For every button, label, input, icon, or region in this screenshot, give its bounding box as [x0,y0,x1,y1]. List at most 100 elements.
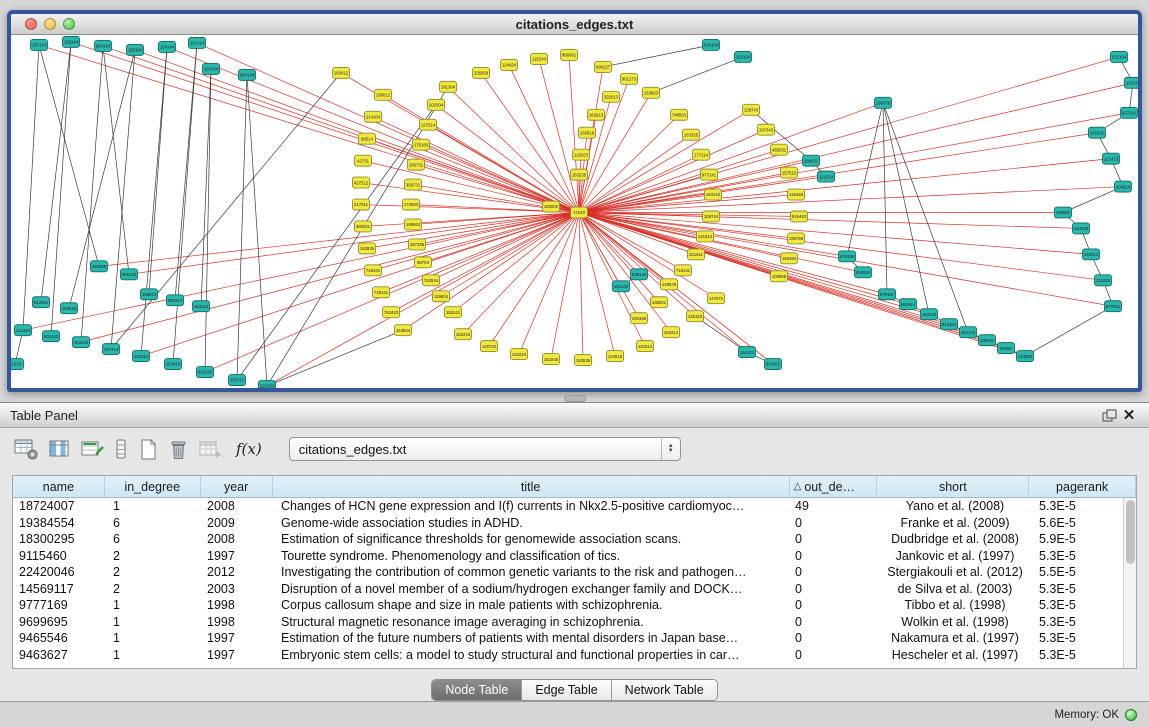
graph-node[interactable]: 163235 [571,169,588,180]
graph-node[interactable]: 912001 [33,297,50,308]
graph-node[interactable]: 120732 [481,341,498,352]
table-cell[interactable]: Changes of HCN gene expression and I(f) … [273,499,791,513]
function-builder-button[interactable]: f(x) [232,440,266,458]
graph-node[interactable]: 153113 [193,301,210,312]
graph-node[interactable]: 914104 [941,319,958,330]
table-cell[interactable]: Nakamura et al. (1997) [879,631,1031,645]
delete-table-icon[interactable] [168,438,189,461]
divider-grip[interactable] [564,395,586,402]
graph-node[interactable]: 184531 [803,155,820,166]
graph-node[interactable]: 153823 [643,87,660,98]
graph-node[interactable]: 427512 [353,177,370,188]
table-cell[interactable]: 14569117 [13,582,105,596]
graph-node[interactable]: 915463 [791,211,808,222]
graph-node[interactable]: 904144 [239,69,256,80]
table-cell[interactable]: Tibbo et al. (1998) [879,598,1031,612]
table-cell[interactable]: 1997 [201,648,273,662]
graph-node[interactable]: 485031 [771,144,788,155]
graph-node[interactable]: 915104 [1111,51,1128,62]
table-cell[interactable]: 5.3E-5 [1031,598,1123,612]
graph-node[interactable]: 160012 [333,67,350,78]
table-row[interactable]: 911546021997Tourette syndrome. Phenomeno… [13,548,1123,565]
table-cell[interactable]: 0 [791,598,879,612]
graph-node[interactable]: 217011 [353,199,370,210]
table-cell[interactable]: 2012 [201,565,273,579]
graph-node[interactable]: 124502 [1017,351,1034,362]
graph-node[interactable]: 763443 [383,307,400,318]
graph-node[interactable]: 154144 [159,41,176,52]
graph-node[interactable]: 818104 [703,39,720,50]
graph-node[interactable]: 187143 [31,39,48,50]
graph-node[interactable]: 153143 [73,337,90,348]
table-cell[interactable]: 0 [791,615,879,629]
graph-node[interactable]: 679197 [879,289,896,300]
graph-node[interactable]: 322013 [603,91,620,102]
minimize-window-button[interactable] [44,18,56,30]
table-cell[interactable]: 9465546 [13,631,105,645]
graph-node[interactable]: 153535 [575,355,592,366]
graph-edge[interactable] [201,69,211,306]
table-cell[interactable]: 18724007 [13,499,105,513]
graph-edge[interactable] [519,212,579,354]
graph-node[interactable]: 145314 [1083,249,1100,260]
close-icon[interactable]: ✕ [1119,406,1139,424]
table-cell[interactable]: Stergiakouli et al. (2012) [879,565,1031,579]
graph-node[interactable]: 163412 [663,327,680,338]
table-cell[interactable]: 9699695 [13,615,105,629]
graph-edge[interactable] [579,187,1123,213]
table-cell[interactable]: 2 [105,549,201,563]
graph-node[interactable]: 174083 [403,199,420,210]
graph-node[interactable]: 127514 [420,119,437,130]
graph-edge[interactable] [111,73,341,349]
graph-node[interactable]: 98514 [359,133,376,144]
graph-edge[interactable] [651,57,743,93]
graph-node[interactable]: 124314 [133,351,150,362]
graph-node[interactable]: 17240 [571,207,588,218]
graph-node[interactable]: 154101 [739,347,756,358]
graph-edge[interactable] [579,212,583,360]
tab-network-table[interactable]: Network Table [612,680,717,700]
split-divider[interactable] [0,392,1149,402]
graph-node[interactable]: 197343 [758,124,775,135]
graph-edge[interactable] [247,75,267,386]
graph-node[interactable]: 159013 [141,289,158,300]
graph-node[interactable]: 153518 [61,303,78,314]
graph-node[interactable]: 153414 [165,359,182,370]
table-cell[interactable]: 5.3E-5 [1031,648,1123,662]
graph-node[interactable]: 163144 [1125,77,1139,88]
table-cell[interactable]: 6 [105,532,201,546]
table-cell[interactable]: Genome-wide association studies in ADHD. [273,516,791,530]
graph-node[interactable]: 104514 [1115,181,1132,192]
table-cell[interactable]: Franke et al. (2009) [879,516,1031,530]
table-cell[interactable]: 1 [105,598,201,612]
table-cell[interactable]: Hescheler et al. (1997) [879,648,1031,662]
graph-node[interactable]: 187314 [103,344,120,355]
graph-node[interactable]: 877141 [701,169,718,180]
graph-edge[interactable] [237,105,436,380]
table-cell[interactable]: Jankovic et al. (1997) [879,549,1031,563]
table-cell[interactable]: 18300295 [13,532,105,546]
table-cell[interactable]: 5.6E-5 [1031,516,1123,530]
graph-edge[interactable] [579,212,671,332]
graph-node[interactable]: 162143 [960,327,977,338]
memory-status-indicator[interactable] [1125,709,1137,721]
table-cell[interactable]: 2009 [201,516,273,530]
graph-node[interactable]: 92450 [998,343,1015,354]
rows-icon[interactable] [114,438,129,461]
import-table-icon[interactable] [198,438,223,461]
graph-node[interactable]: 163325 [683,129,700,140]
graph-node[interactable]: 161023 [511,349,528,360]
graph-node[interactable]: 183002 [543,201,560,212]
graph-node[interactable]: 735141 [373,287,390,298]
graph-node[interactable]: 380021 [355,221,372,232]
graph-node[interactable]: 121813 [637,341,654,352]
graph-node[interactable]: 149576 [661,279,678,290]
graph-node[interactable]: 677551 [1105,301,1122,312]
graph-node[interactable]: 163142 [705,189,722,200]
graph-edge[interactable] [551,212,579,359]
table-settings-icon[interactable] [14,438,39,461]
graph-node[interactable]: 154104 [735,51,752,62]
graph-node[interactable]: 128743 [743,104,760,115]
graph-node[interactable]: 125153 [687,311,704,322]
graph-node[interactable]: 91210 [11,359,24,370]
